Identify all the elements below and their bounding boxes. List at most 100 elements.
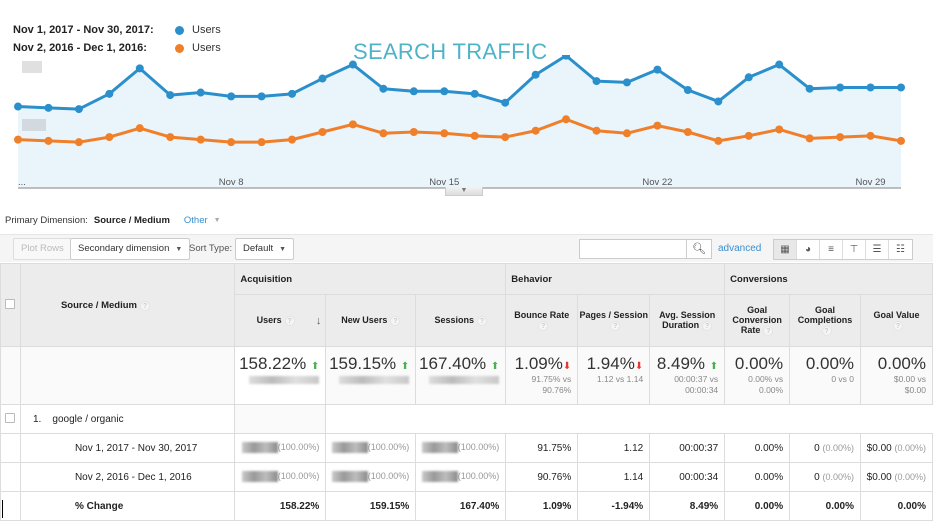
column-header-bounce-rate[interactable]: Bounce Rate? [505, 294, 579, 347]
cell-value: 0 [814, 471, 820, 483]
data-table: Source / Medium? Acquisition Behavior Co… [0, 263, 933, 521]
data-point [227, 138, 236, 147]
redacted-value [331, 442, 368, 454]
table-row: Nov 2, 2016 - Dec 1, 2016 (100.00%) (100… [0, 462, 933, 492]
chart-resize-handle[interactable]: ▼ [445, 187, 483, 196]
dimension-header[interactable]: Source / Medium? [19, 263, 236, 347]
change-avg-session-duration: 8.49% [649, 491, 726, 521]
data-point [714, 97, 723, 106]
help-icon[interactable]: ? [139, 300, 150, 311]
help-icon[interactable]: ? [702, 321, 713, 331]
summary-compare: 1.12 vs 1.14 [596, 374, 644, 384]
data-point [501, 98, 510, 107]
row-dimension-link[interactable]: google / organic [52, 414, 123, 425]
empty-cell [234, 404, 327, 434]
arrow-down-icon: ⬇ [634, 361, 644, 372]
pivot-view-icon[interactable]: ☷ [889, 240, 912, 259]
plot-rows-button[interactable]: Plot Rows [13, 238, 72, 260]
cell-percent: (0.00%) [822, 471, 855, 482]
help-icon[interactable]: ? [284, 315, 295, 326]
column-header-goal-completions[interactable]: Goal Completions? [789, 294, 862, 347]
data-point [348, 60, 357, 69]
empty-cell [0, 491, 21, 521]
data-point [227, 92, 236, 101]
column-header-goal-conversion-rate[interactable]: Goal Conversion Rate? [724, 294, 791, 347]
data-point [409, 128, 418, 136]
data-point [866, 83, 875, 92]
cell-percent: (100.00%) [277, 471, 320, 482]
summary-value: 8.49% [656, 354, 706, 373]
column-header-avg-session-duration[interactable]: Avg. Session Duration? [649, 294, 726, 347]
summary-compare: 0 vs 0 [831, 374, 855, 384]
legend-dot-orange [175, 43, 184, 53]
cell-users: (100.00%) [234, 433, 327, 463]
column-header-pages-session[interactable]: Pages / Session? [577, 294, 651, 347]
help-icon[interactable]: ? [610, 321, 621, 331]
comparison-view-icon[interactable]: ⊤ [843, 240, 866, 259]
term-cloud-view-icon[interactable]: ☰ [866, 240, 889, 259]
secondary-dimension-label: Secondary dimension [78, 243, 170, 254]
help-icon[interactable]: ? [763, 326, 774, 336]
group-behavior: Behavior [505, 263, 726, 295]
data-point [409, 87, 418, 96]
redacted-value [241, 442, 278, 454]
help-icon[interactable]: ? [893, 321, 903, 331]
table-search-input[interactable] [579, 239, 687, 259]
cell-percent: (100.00%) [367, 471, 410, 482]
advanced-filter-link[interactable]: advanced [718, 243, 761, 254]
primary-dimension-other[interactable]: Other [184, 215, 208, 226]
sort-type-dropdown[interactable]: Default ▼ [235, 238, 295, 260]
help-icon[interactable]: ? [390, 316, 401, 326]
data-point [501, 133, 510, 142]
column-header-users[interactable]: Users? ↓ [234, 294, 327, 347]
primary-dimension-source-medium[interactable]: Source / Medium [94, 215, 170, 226]
cell-pages-session: 1.12 [577, 433, 651, 463]
cell-bounce-rate: 90.76% [505, 462, 579, 492]
secondary-dimension-dropdown[interactable]: Secondary dimension ▼ [70, 238, 191, 260]
cell-goal-conversion-rate: 0.00% [724, 462, 791, 492]
arrow-down-icon: ⬇ [562, 361, 572, 372]
table-view-icon[interactable]: ▦ [774, 240, 797, 259]
redacted-value [429, 375, 500, 384]
table-toolbar: Plot Rows Secondary dimension ▼ Sort Type… [0, 234, 933, 262]
performance-view-icon[interactable]: ≡ [820, 240, 843, 259]
data-point [592, 77, 601, 86]
row-change-label: % Change [19, 491, 236, 521]
change-goal-conversion-rate: 0.00% [724, 491, 791, 521]
help-icon[interactable]: ? [538, 321, 549, 331]
cell-value: $0.00 [866, 471, 892, 483]
column-label: New Users [341, 315, 388, 325]
legend-metric[interactable]: Users [192, 42, 221, 54]
change-users: 158.22% [234, 491, 327, 521]
column-header-goal-value[interactable]: Goal Value? [860, 294, 933, 347]
data-point [135, 64, 144, 73]
data-point [836, 83, 845, 92]
column-label: Bounce Rate [514, 310, 570, 320]
row-checkbox[interactable] [5, 412, 16, 423]
cell-percent: (0.00%) [822, 442, 855, 453]
redacted-value [339, 375, 410, 384]
redacted-y-label [22, 61, 42, 73]
summary-new-users: 159.15% ⬆ [325, 346, 417, 405]
row-dimension: 1. google / organic [19, 404, 236, 434]
legend-metric[interactable]: Users [192, 24, 221, 36]
search-button[interactable]: 🔍︎ [686, 239, 712, 259]
summary-pages-session: 1.94%⬇ 1.12 vs 1.14 [577, 346, 651, 405]
chevron-down-icon: ▼ [213, 217, 221, 224]
empty-cell [325, 404, 933, 434]
column-header-new-users[interactable]: New Users? [325, 294, 417, 347]
select-all-checkbox[interactable] [5, 298, 16, 309]
data-point [44, 136, 53, 145]
redacted-value [421, 442, 458, 454]
data-point [379, 84, 388, 93]
pie-view-icon[interactable]: ◕ [797, 240, 820, 259]
cell-avg-session-duration: 00:00:34 [649, 462, 726, 492]
change-pages-session: -1.94% [577, 491, 651, 521]
data-point [288, 89, 297, 98]
column-header-sessions[interactable]: Sessions? [415, 294, 507, 347]
help-icon[interactable]: ? [821, 326, 832, 336]
cell-value: $0.00 [866, 442, 892, 454]
summary-value: 1.94% [586, 354, 635, 373]
help-icon[interactable]: ? [477, 316, 488, 326]
summary-empty [0, 346, 21, 405]
